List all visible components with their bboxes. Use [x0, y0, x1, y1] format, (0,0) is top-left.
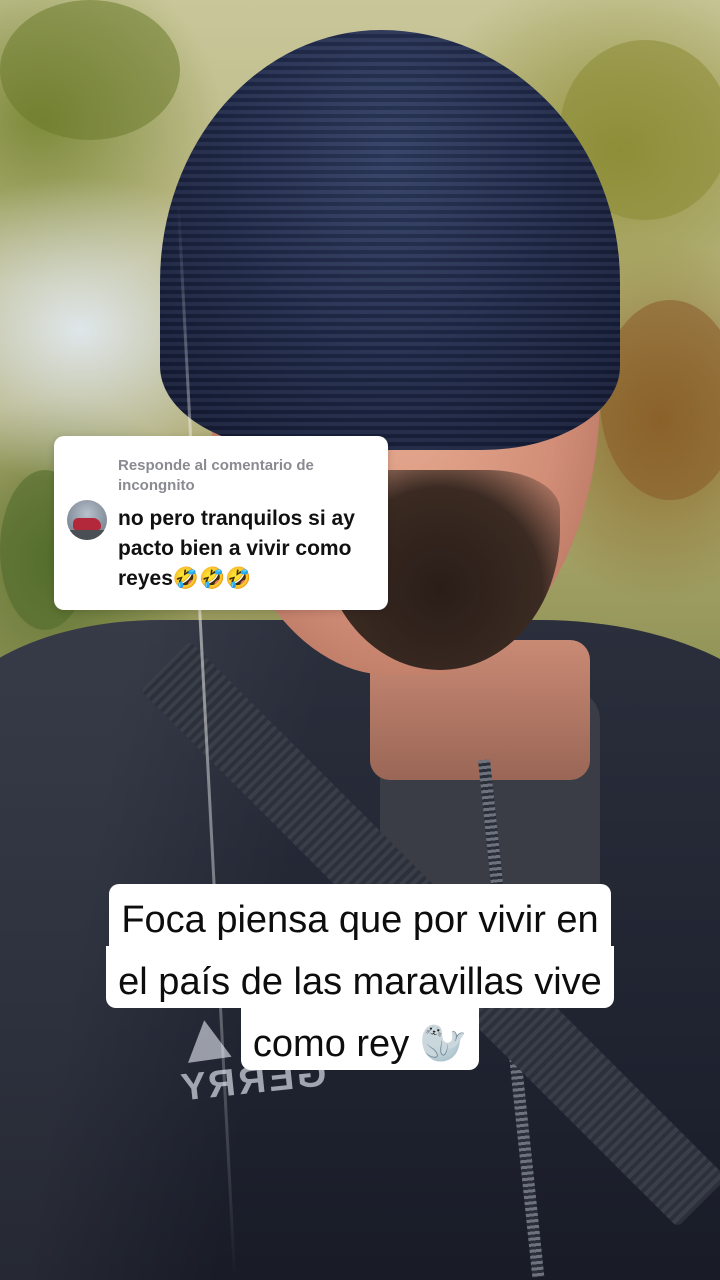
caption-row: como rey 🦭 [0, 1008, 720, 1070]
caption-line-3: como rey 🦭 [240, 1008, 480, 1070]
reply-comment-card[interactable]: Responde al comentario de incongnito no … [54, 436, 388, 610]
caption-row: Foca piensa que por vivir en [0, 884, 720, 946]
video-frame: GERRY [0, 0, 720, 1280]
commenter-avatar [67, 500, 107, 540]
avatar-car-icon [73, 518, 101, 530]
avatar-ground [67, 530, 107, 540]
caption-line-1: Foca piensa que por vivir en [109, 884, 611, 946]
video-caption: Foca piensa que por vivir en el país de … [0, 884, 720, 1070]
caption-row: el país de las maravillas vive [0, 946, 720, 1008]
foliage [0, 0, 180, 140]
caption-line-2: el país de las maravillas vive [106, 946, 614, 1008]
reply-comment-text: no pero tranquilos si ay pacto bien a vi… [118, 507, 355, 590]
reply-header: Responde al comentario de incongnito [118, 457, 314, 494]
